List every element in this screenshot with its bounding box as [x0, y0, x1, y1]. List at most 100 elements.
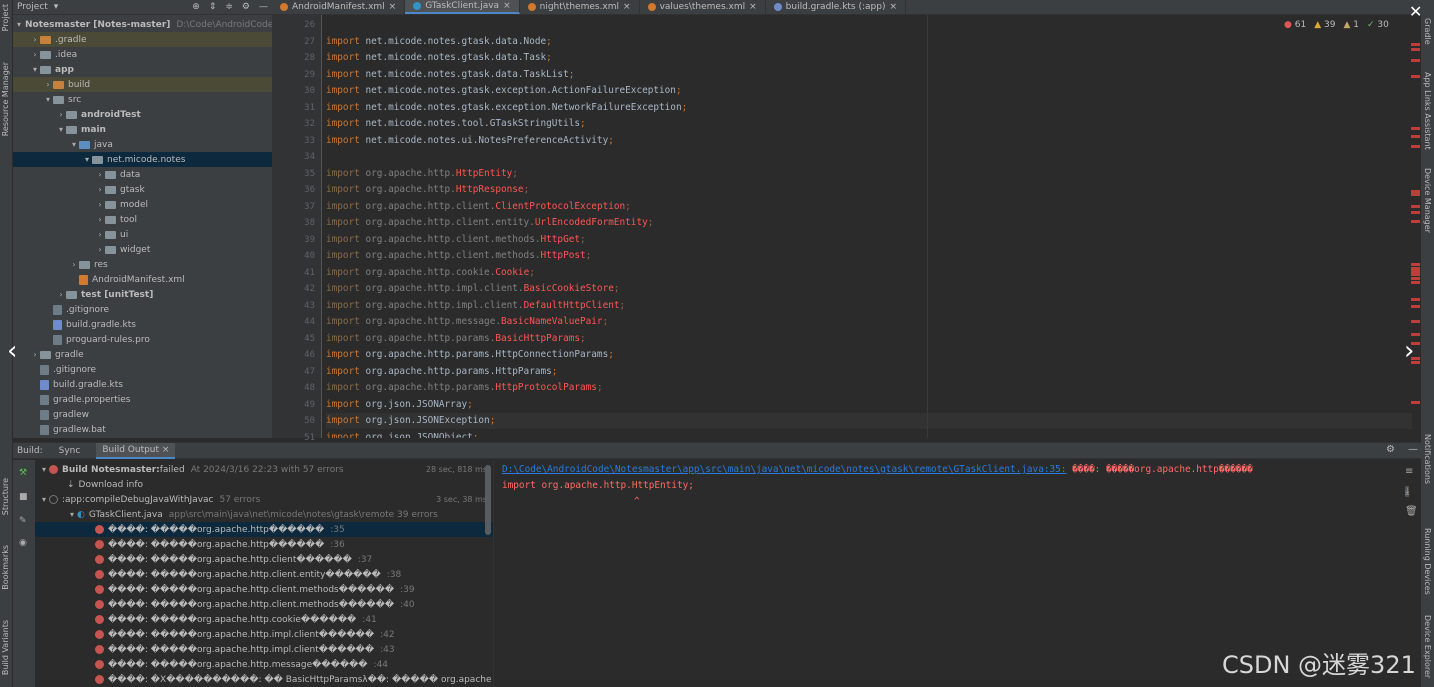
chevron-right-icon[interactable]: ›: [95, 170, 105, 179]
chevron-down-icon[interactable]: ▾: [67, 510, 77, 519]
tree-item[interactable]: ▾ net.micode.notes: [13, 152, 272, 167]
code-line[interactable]: import net.micode.notes.gtask.exception.…: [326, 100, 1412, 116]
chevron-down-icon[interactable]: ▾: [43, 95, 53, 104]
chevron-right-icon[interactable]: ›: [56, 290, 66, 299]
build-tree-scrollbar[interactable]: [485, 465, 491, 535]
tree-item[interactable]: ▾ main: [13, 122, 272, 137]
tree-item[interactable]: ▾ app: [13, 62, 272, 77]
hammer-icon[interactable]: ⚒: [19, 468, 29, 478]
tab-build-output[interactable]: Build Output ×: [96, 442, 176, 459]
next-arrow-icon[interactable]: ›: [1404, 336, 1426, 370]
tab-sync[interactable]: Sync: [53, 444, 87, 458]
tree-item[interactable]: .gitignore: [13, 302, 272, 317]
tree-item[interactable]: › model: [13, 197, 272, 212]
chevron-right-icon[interactable]: ›: [43, 80, 53, 89]
code-line[interactable]: import org.json.JSONObject;: [326, 430, 1412, 439]
build-tree-row[interactable]: ����: �����org.apache.http.client������:…: [35, 552, 493, 567]
build-tree-row[interactable]: ����: �����org.apache.http.client.method…: [35, 582, 493, 597]
tree-item[interactable]: ▾ Notesmaster [Notes-master] D:\Code\Andro…: [13, 17, 272, 32]
tree-item[interactable]: › androidTest: [13, 107, 272, 122]
error-mark[interactable]: [1411, 263, 1420, 266]
previous-arrow-icon[interactable]: ‹: [7, 336, 29, 370]
running-devices-tool-tab[interactable]: Running Devices: [1423, 528, 1432, 595]
device-explorer-tool-tab[interactable]: Device Explorer: [1423, 615, 1432, 678]
chevron-right-icon[interactable]: ›: [30, 350, 40, 359]
warning-count[interactable]: ▲ 39: [1314, 20, 1335, 30]
code-line[interactable]: import org.apache.http.params.BasicHttpP…: [326, 331, 1412, 347]
locate-icon[interactable]: ⊕: [192, 2, 200, 12]
stop-icon[interactable]: ■: [19, 492, 29, 502]
code-line[interactable]: import net.micode.notes.gtask.data.Task;: [326, 50, 1412, 66]
build-tree-row[interactable]: ����: �����org.apache.http.client.entity…: [35, 567, 493, 582]
code-line[interactable]: import org.apache.http.params.HttpConnec…: [326, 347, 1412, 363]
error-file-link[interactable]: D:\Code\AndroidCode\Notesmaster\app\src\…: [502, 464, 1066, 475]
code-line[interactable]: [326, 149, 1412, 165]
code-line[interactable]: import org.apache.http.HttpResponse;: [326, 182, 1412, 198]
build-tree-row[interactable]: ����: �����org.apache.http.message������…: [35, 657, 493, 672]
error-mark[interactable]: [1411, 205, 1420, 208]
code-line[interactable]: [326, 17, 1412, 33]
tree-item[interactable]: › widget: [13, 242, 272, 257]
collapse-all-icon[interactable]: ⇕: [209, 2, 217, 12]
build-tree-row[interactable]: ▾ Build Notesmaster: failed At 2024/3/16 2…: [35, 462, 493, 477]
build-tree-row[interactable]: ⇣ Download info: [35, 477, 493, 492]
tree-item[interactable]: › test [unitTest]: [13, 287, 272, 302]
chevron-right-icon[interactable]: ›: [95, 185, 105, 194]
build-tree-row[interactable]: ����: �����org.apache.http.impl.client��…: [35, 627, 493, 642]
tab-build-gradle[interactable]: build.gradle.kts (:app) ×: [766, 0, 907, 14]
gear-icon[interactable]: ⚙: [1386, 444, 1395, 455]
hide-icon[interactable]: —: [259, 2, 268, 12]
code-line[interactable]: import org.apache.http.params.HttpParams…: [326, 364, 1412, 380]
error-mark[interactable]: [1411, 127, 1420, 130]
tree-item[interactable]: › build: [13, 77, 272, 92]
tree-item[interactable]: ▾ java: [13, 137, 272, 152]
chevron-right-icon[interactable]: ›: [30, 50, 40, 59]
code-editor[interactable]: import net.micode.notes.gtask.data.Node;…: [326, 15, 1412, 438]
code-line[interactable]: import org.apache.http.impl.client.Defau…: [326, 298, 1412, 314]
error-mark[interactable]: [1411, 59, 1420, 62]
build-tree-row[interactable]: ����: �����org.apache.http.impl.client��…: [35, 642, 493, 657]
error-mark[interactable]: [1411, 211, 1420, 214]
error-mark[interactable]: [1411, 48, 1420, 51]
weak-warning-count[interactable]: ▲ 1: [1343, 20, 1359, 30]
scroll-to-end-icon[interactable]: ⤓: [1405, 486, 1410, 497]
tree-item[interactable]: ▾ src: [13, 92, 272, 107]
build-tree-row[interactable]: ▾ ◐ GTaskClient.java app\src\main\java\net\…: [35, 507, 493, 522]
project-tool-tab[interactable]: Project: [1, 4, 10, 31]
code-line[interactable]: import org.apache.http.cookie.Cookie;: [326, 265, 1412, 281]
wrap-icon[interactable]: ≡: [1405, 466, 1413, 477]
structure-tool-tab[interactable]: Structure: [1, 478, 10, 515]
error-mark[interactable]: [1411, 75, 1420, 78]
chevron-down-icon[interactable]: ▾: [30, 65, 40, 74]
pin-icon[interactable]: ✎: [19, 516, 29, 526]
build-tree-row[interactable]: ▾:app:compileDebugJavaWithJavac 57 errors…: [35, 492, 493, 507]
build-variants-tool-tab[interactable]: Build Variants: [1, 620, 10, 675]
close-icon[interactable]: ✕: [1409, 2, 1422, 21]
project-view-selector[interactable]: Project: [17, 2, 48, 12]
error-mark[interactable]: [1411, 320, 1420, 323]
notifications-tool-tab[interactable]: Notifications: [1423, 434, 1432, 484]
tree-item[interactable]: gradle.properties: [13, 392, 272, 407]
error-mark[interactable]: [1411, 281, 1420, 284]
error-mark[interactable]: [1411, 273, 1420, 276]
chevron-down-icon[interactable]: ▾: [17, 20, 21, 29]
device-manager-tool-tab[interactable]: Device Manager: [1423, 168, 1432, 233]
code-line[interactable]: import net.micode.notes.tool.GTaskString…: [326, 116, 1412, 132]
chevron-right-icon[interactable]: ›: [95, 200, 105, 209]
chevron-right-icon[interactable]: ›: [30, 35, 40, 44]
close-icon[interactable]: ×: [503, 1, 511, 11]
error-stripe[interactable]: [1410, 15, 1421, 438]
build-tree-row[interactable]: ����: �����org.apache.http������:36: [35, 537, 493, 552]
code-line[interactable]: import org.apache.http.params.HttpProtoc…: [326, 380, 1412, 396]
code-line[interactable]: import org.apache.http.client.methods.Ht…: [326, 232, 1412, 248]
code-line[interactable]: import org.apache.http.client.methods.Ht…: [326, 248, 1412, 264]
gradle-tool-tab[interactable]: Gradle: [1423, 18, 1432, 45]
close-icon[interactable]: ×: [623, 2, 631, 12]
error-mark[interactable]: [1411, 401, 1420, 404]
tree-item[interactable]: › gradle: [13, 347, 272, 362]
tab-android-manifest[interactable]: AndroidManifest.xml ×: [272, 0, 406, 14]
error-mark[interactable]: [1411, 277, 1420, 280]
chevron-right-icon[interactable]: ›: [56, 110, 66, 119]
chevron-right-icon[interactable]: ›: [95, 245, 105, 254]
tree-item[interactable]: › res: [13, 257, 272, 272]
